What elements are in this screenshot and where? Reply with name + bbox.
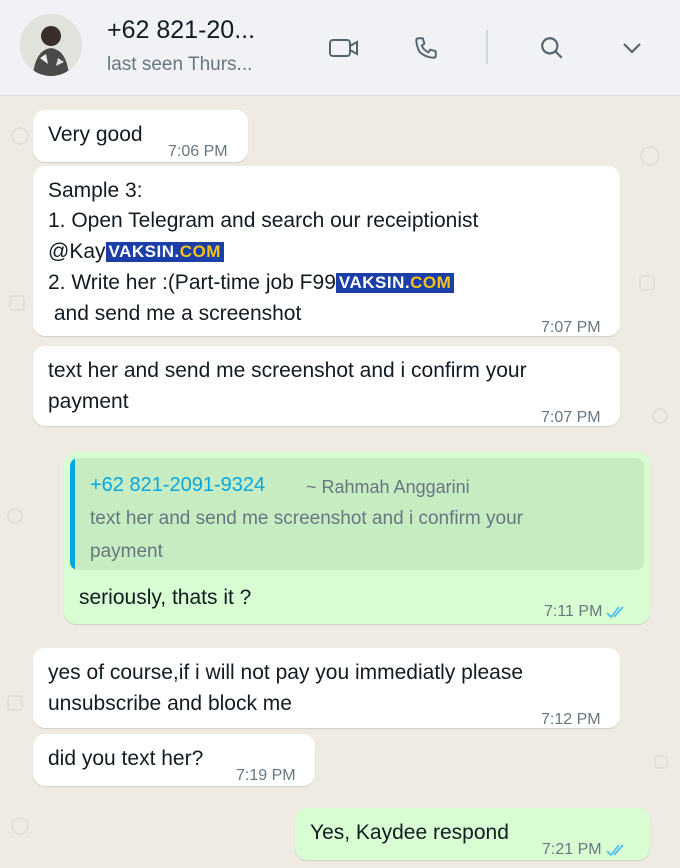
message-text: payment xyxy=(48,390,129,413)
message-text: Very good xyxy=(48,123,143,146)
message-time: 7:06 PM xyxy=(168,143,228,160)
message-bubble-incoming[interactable]: text her and send me screenshot and i co… xyxy=(33,346,620,426)
read-ticks-icon xyxy=(606,605,625,618)
message-time: 7:07 PM xyxy=(541,409,601,426)
message-text: yes of course,if i will not pay you imme… xyxy=(48,661,524,684)
watermark-logo: VAKSIN.COM xyxy=(335,273,455,294)
contact-name[interactable]: +62 821-20... xyxy=(107,16,255,45)
message-text: @Kay xyxy=(48,240,106,263)
message-bubble-incoming[interactable]: did you text her? 7:19 PM xyxy=(33,734,315,786)
avatar[interactable] xyxy=(20,14,82,76)
message-bubble-outgoing[interactable]: Yes, Kaydee respond 7:21 PM xyxy=(295,808,650,860)
watermark-logo: VAKSIN.COM xyxy=(105,242,224,263)
message-time-wrap: 7:21 PM xyxy=(542,834,628,865)
message-time: 7:07 PM xyxy=(541,319,601,336)
message-text: Yes, Kaydee respond xyxy=(310,821,509,844)
watermark-text-left: VAKSIN. xyxy=(108,242,180,262)
quoted-message[interactable]: +62 821-2091-9324 ~ Rahmah Anggarini tex… xyxy=(70,458,644,570)
video-call-icon[interactable] xyxy=(326,30,362,66)
message-text: seriously, thats it ? xyxy=(79,586,252,609)
quoted-text: payment xyxy=(90,541,163,562)
message-text: 2. Write her :(Part-time job F99 xyxy=(48,271,336,294)
watermark-text-left: VAKSIN. xyxy=(338,273,411,293)
message-time: 7:21 PM xyxy=(542,841,602,858)
message-text: did you text her? xyxy=(48,747,204,770)
header-divider xyxy=(486,30,488,64)
quoted-text: text her and send me screenshot and i co… xyxy=(90,508,524,529)
last-seen-status: last seen Thurs... xyxy=(107,54,253,75)
message-text: 1. Open Telegram and search our receipti… xyxy=(48,209,479,232)
chat-area: Very good 7:06 PM Sample 3: 1. Open Tele… xyxy=(0,96,680,868)
search-icon[interactable] xyxy=(534,30,570,66)
message-text: and send me a screenshot xyxy=(48,302,302,325)
watermark-text-right: COM xyxy=(410,273,452,293)
message-bubble-incoming[interactable]: yes of course,if i will not pay you imme… xyxy=(33,648,620,728)
message-text: unsubscribe and block me xyxy=(48,692,292,715)
message-time-wrap: 7:11 PM xyxy=(544,596,628,627)
watermark-text-right: COM xyxy=(179,242,221,262)
read-ticks-icon xyxy=(605,843,624,856)
message-bubble-incoming[interactable]: Sample 3: 1. Open Telegram and search ou… xyxy=(33,166,620,336)
quote-accent-bar xyxy=(70,458,75,570)
quoted-sender-name: ~ Rahmah Anggarini xyxy=(306,477,470,497)
chevron-down-icon[interactable] xyxy=(614,30,650,66)
message-text-line: 2. Write her :(Part-time job F99 VAKSIN.C… xyxy=(48,267,455,298)
quoted-sender-number: +62 821-2091-9324 xyxy=(90,474,266,496)
message-text-line: @Kay VAKSIN.COM xyxy=(48,236,224,267)
message-time: 7:19 PM xyxy=(236,767,296,784)
message-bubble-incoming[interactable]: Very good 7:06 PM xyxy=(33,110,248,162)
message-time: 7:12 PM xyxy=(541,711,601,728)
chat-header: +62 821-20... last seen Thurs... xyxy=(0,0,680,96)
voice-call-icon[interactable] xyxy=(408,30,444,66)
message-text: Sample 3: xyxy=(48,179,143,202)
message-bubble-outgoing[interactable]: +62 821-2091-9324 ~ Rahmah Anggarini tex… xyxy=(64,452,650,624)
message-time: 7:11 PM xyxy=(544,603,603,620)
message-text: text her and send me screenshot and i co… xyxy=(48,359,527,382)
